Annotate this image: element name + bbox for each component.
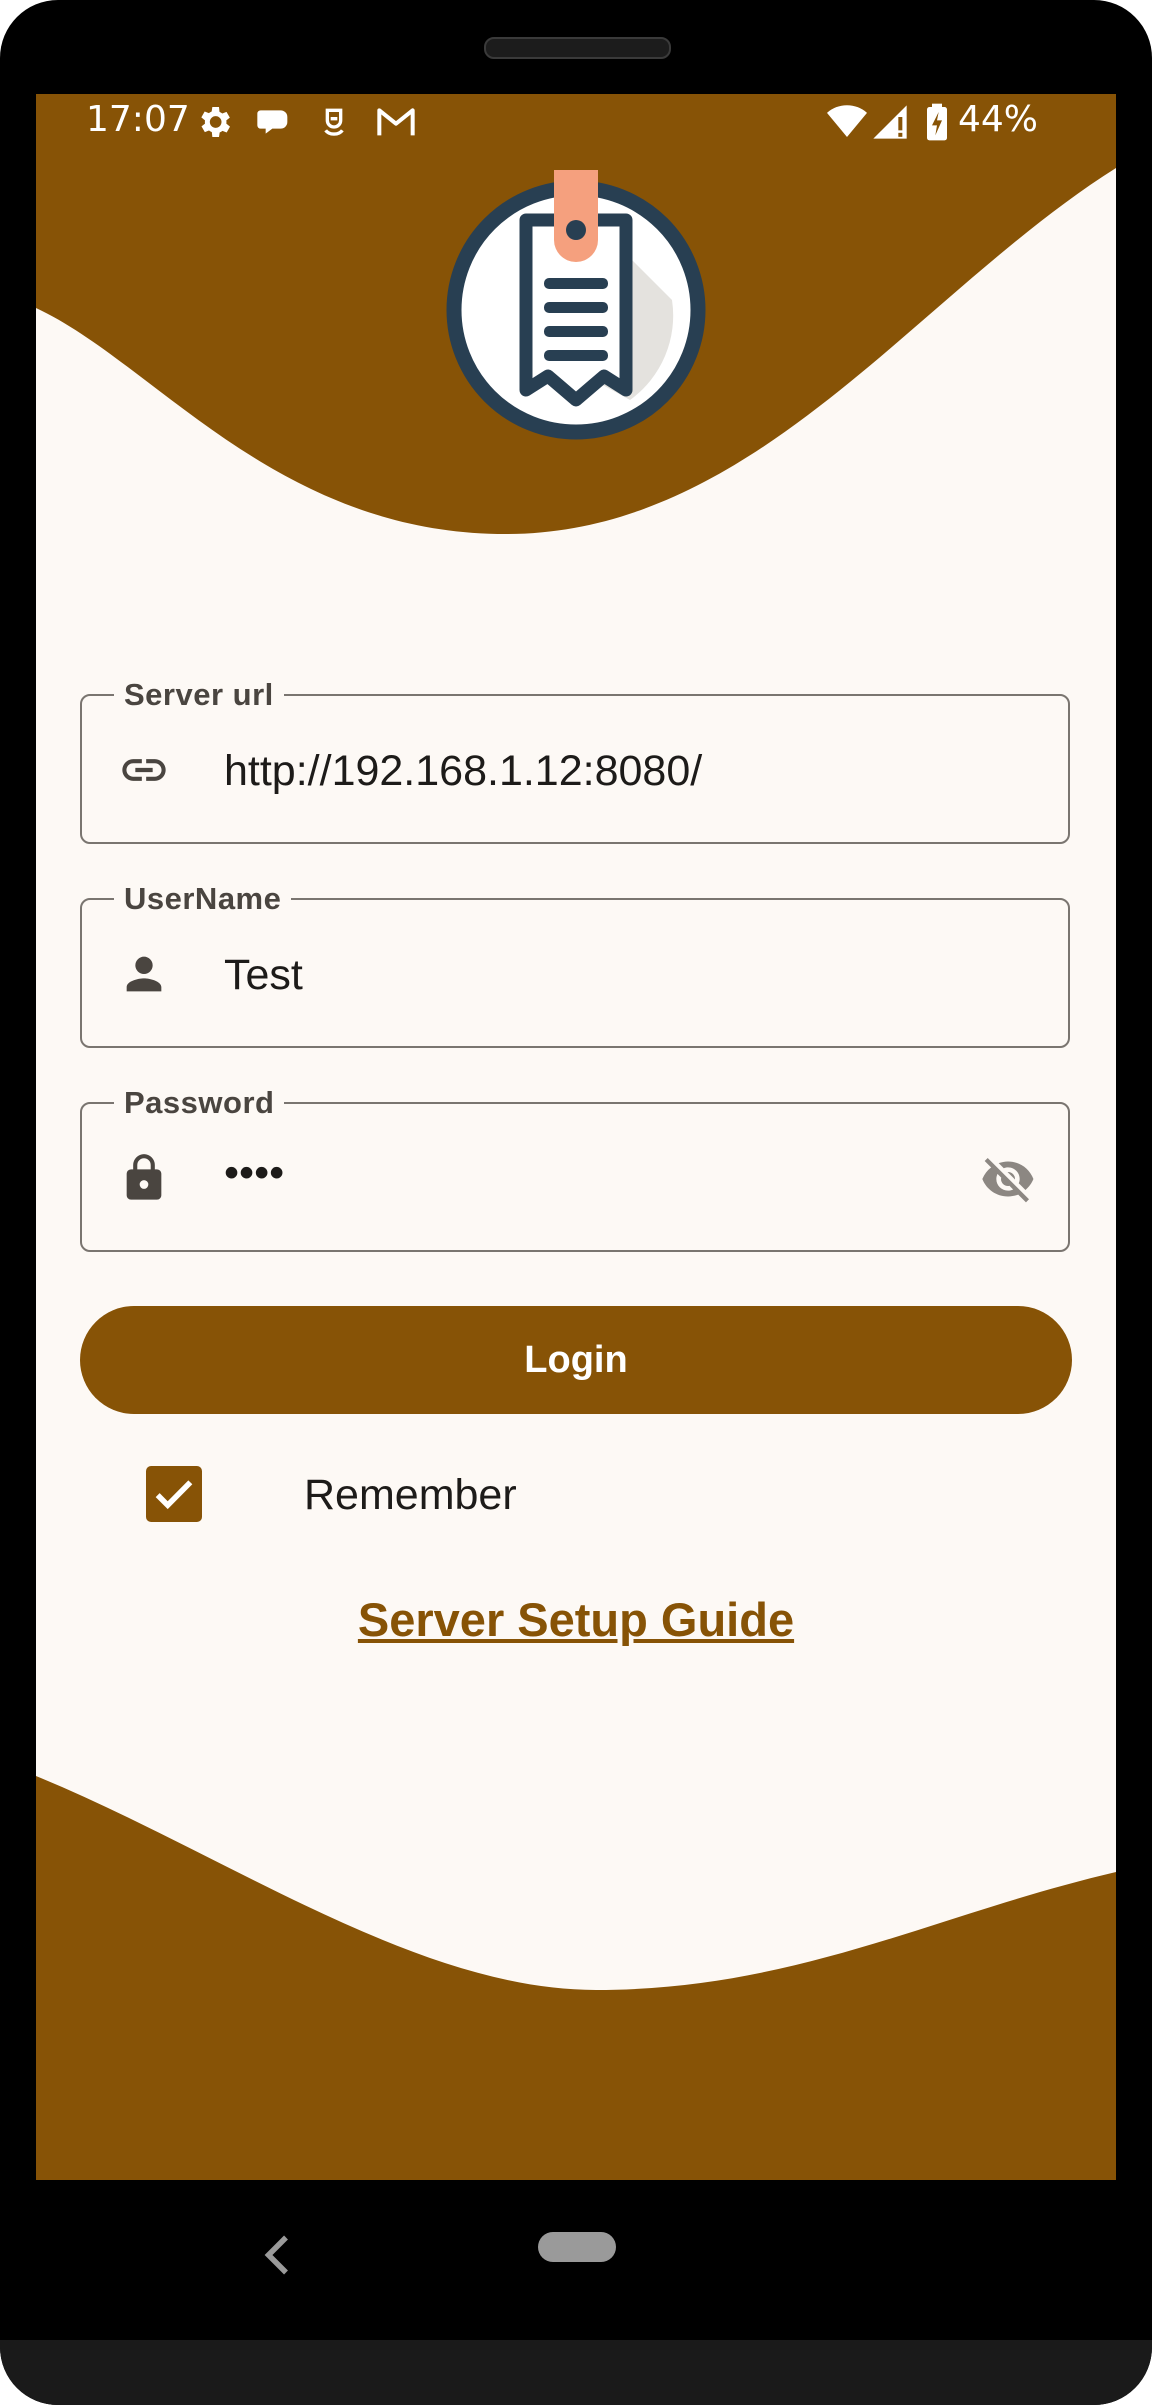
login-button[interactable]: Login <box>80 1306 1072 1414</box>
lock-icon <box>126 1154 162 1200</box>
password-label: Password <box>114 1084 285 1122</box>
back-chevron-icon[interactable] <box>258 2230 294 2280</box>
gmail-icon <box>377 108 415 136</box>
navigation-bar <box>0 2180 1152 2340</box>
app-screen: 17:07 44% Server url http://192.168.1.12… <box>36 94 1116 2180</box>
device-frame: 17:07 44% Server url http://192.168.1.12… <box>0 0 1152 2405</box>
app-notification-icon <box>324 108 344 136</box>
bottom-wave <box>36 1776 1116 2180</box>
server-url-label: Server url <box>114 676 284 714</box>
gear-icon <box>201 107 230 137</box>
wifi-icon <box>827 105 867 137</box>
server-url-field[interactable]: Server url http://192.168.1.12:8080/ <box>80 676 1070 844</box>
username-input[interactable]: Test <box>224 950 303 1000</box>
phone-body: 17:07 44% Server url http://192.168.1.12… <box>0 0 1152 2405</box>
password-field[interactable]: Password •••• <box>80 1084 1070 1252</box>
app-logo <box>446 170 706 440</box>
chat-bubble-icon <box>257 110 288 134</box>
battery-percent: 44% <box>958 99 1039 140</box>
status-bar: 17:07 44% <box>36 94 1116 158</box>
status-time: 17:07 <box>86 99 190 140</box>
battery-charging-icon <box>927 103 947 141</box>
remember-checkbox[interactable] <box>146 1466 202 1522</box>
home-pill-icon[interactable] <box>538 2232 616 2262</box>
password-input[interactable]: •••• <box>224 1148 284 1198</box>
server-setup-guide-link[interactable]: Server Setup Guide <box>36 1592 1116 1648</box>
link-icon <box>122 759 166 781</box>
earpiece-speaker <box>484 37 671 59</box>
server-url-input[interactable]: http://192.168.1.12:8080/ <box>224 746 702 796</box>
eye-off-icon[interactable] <box>978 1151 1038 1207</box>
person-icon <box>126 956 162 992</box>
remember-label: Remember <box>304 1471 517 1519</box>
cell-signal-icon <box>873 105 907 139</box>
phone-bottom-edge <box>0 2340 1152 2405</box>
checkmark-icon <box>155 1480 193 1510</box>
username-label: UserName <box>114 880 292 918</box>
username-field[interactable]: UserName Test <box>80 880 1070 1048</box>
